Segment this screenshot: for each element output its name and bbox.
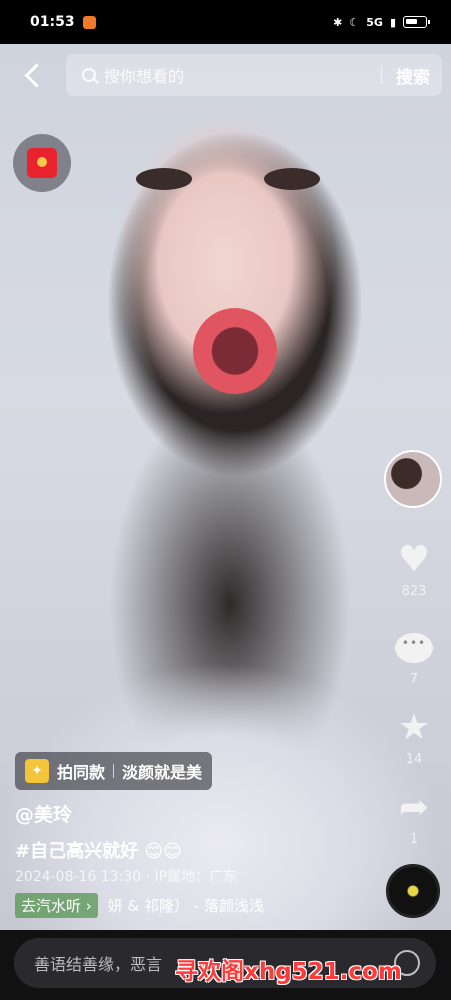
- network-label: 5G: [366, 15, 383, 29]
- comment-action[interactable]: 7: [384, 626, 444, 687]
- video-frame-detail: [193, 308, 277, 394]
- bluetooth-icon: ✱: [333, 15, 343, 29]
- favorite-action[interactable]: ★ 14: [384, 706, 444, 768]
- watermark: 寻欢阁xhg521.com: [175, 959, 402, 985]
- like-count: 823: [401, 584, 427, 599]
- battery-icon: [403, 16, 430, 28]
- status-icons: ✱ ☾ 5G ▮: [333, 15, 430, 29]
- like-action[interactable]: ♥ 823: [384, 538, 444, 600]
- tag-divider: [113, 764, 115, 778]
- share-count: 1: [409, 832, 419, 847]
- video-frame-detail: [136, 168, 192, 190]
- back-button[interactable]: [16, 58, 50, 92]
- heart-icon: ♥: [397, 539, 431, 580]
- app-notification-icon: [82, 15, 96, 29]
- video-frame-detail: [264, 168, 320, 190]
- signal-icon: ▮: [389, 15, 396, 29]
- music-bar[interactable]: 去汽水听 › 妍 & 祁隆） - 落颜浅浅: [15, 893, 264, 918]
- listen-in-qishui-button[interactable]: 去汽水听 ›: [15, 893, 98, 918]
- star-icon: ★: [397, 707, 431, 748]
- red-packet-button[interactable]: [13, 134, 71, 192]
- search-box[interactable]: 搜你想看的 搜索: [66, 54, 442, 96]
- red-envelope-icon: [27, 148, 57, 178]
- comment-count: 7: [409, 672, 419, 687]
- status-bar: 01:53 ✱ ☾ 5G ▮: [0, 0, 451, 44]
- share-arrow-icon: ➦: [398, 787, 430, 828]
- search-button[interactable]: 搜索: [396, 63, 430, 88]
- same-style-label: 拍同款: [57, 763, 106, 782]
- moon-icon: ☾: [349, 15, 360, 29]
- post-caption[interactable]: #自己高兴就好 😊😊: [15, 837, 182, 863]
- sparkle-icon: ✦: [25, 759, 49, 783]
- post-meta: 2024-08-16 13:30 · IP属地：广东: [15, 869, 238, 885]
- same-style-tag[interactable]: ✦ 拍同款 淡颜就是美: [15, 752, 213, 790]
- same-style-title: 淡颜就是美: [122, 763, 203, 782]
- search-divider: [381, 66, 382, 84]
- author-avatar[interactable]: [384, 450, 442, 508]
- music-disc-icon[interactable]: [386, 864, 440, 918]
- search-icon: [82, 68, 96, 82]
- comment-bubble-icon: [384, 626, 444, 670]
- music-track: 妍 & 祁隆） - 落颜浅浅: [107, 897, 264, 915]
- author-name[interactable]: @美玲: [15, 800, 72, 827]
- status-time: 01:53: [30, 14, 75, 30]
- search-input[interactable]: 搜你想看的: [104, 63, 381, 87]
- share-action[interactable]: ➦ 1: [384, 786, 444, 848]
- top-bar: 搜你想看的 搜索: [0, 52, 451, 98]
- favorite-count: 14: [405, 752, 423, 767]
